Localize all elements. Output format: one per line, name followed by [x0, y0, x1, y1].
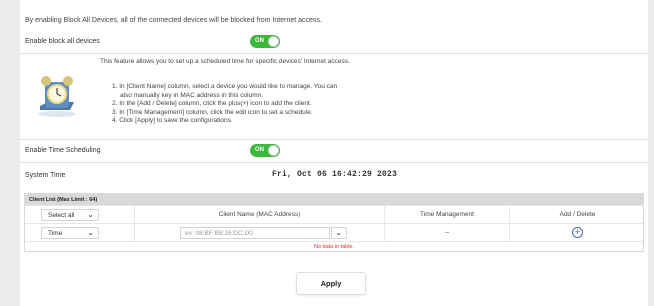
divider: [20, 139, 648, 140]
client-filter-select[interactable]: Select all ⌄: [41, 209, 99, 221]
mac-cell: ex: 08:BF:B8:26:DC:D0 ⌄: [135, 224, 385, 241]
system-time-value: Fri, Oct 06 16:42:29 2023: [272, 170, 398, 179]
divider: [20, 162, 648, 163]
client-name-header: Client Name (MAC Address): [135, 206, 385, 223]
time-mode-select[interactable]: Time ⌄: [41, 227, 99, 239]
mode-cell: Time ⌄: [25, 224, 135, 241]
time-scheduling-toggle[interactable]: ON: [250, 144, 280, 157]
time-management-value: --: [385, 224, 510, 241]
filter-cell: Select all ⌄: [25, 206, 135, 223]
table-input-row: Time ⌄ ex: 08:BF:B8:26:DC:D0 ⌄ -- +: [25, 223, 643, 241]
time-scheduling-toggle-state: ON: [255, 147, 264, 153]
block-all-toggle[interactable]: ON: [250, 35, 280, 48]
instruction-step: also manually key in MAC address in this…: [120, 91, 264, 99]
divider: [20, 53, 648, 54]
time-mode-value: Time: [48, 230, 63, 237]
client-list-caption: Client List (Max Limit : 64): [25, 194, 643, 205]
instruction-step: 2. In the [Add / Delete] column, click t…: [112, 100, 312, 107]
add-cell: +: [510, 224, 645, 241]
apply-button[interactable]: Apply: [296, 272, 366, 295]
mac-address-input[interactable]: ex: 08:BF:B8:26:DC:D0: [180, 227, 330, 239]
toggle-knob: [268, 36, 279, 47]
system-time-label: System Time: [25, 172, 66, 179]
block-all-label: Enable block all devices: [25, 38, 100, 45]
table-header-row: Select all ⌄ Client Name (MAC Address) T…: [25, 205, 643, 223]
chevron-down-icon: ⌄: [87, 228, 94, 237]
chevron-down-icon: ⌄: [335, 228, 342, 237]
block-all-description: By enabling Block All Devices, all of th…: [25, 17, 322, 24]
feature-description: This feature allows you to set up a sche…: [100, 58, 350, 65]
add-delete-header: Add / Delete: [559, 211, 596, 218]
chevron-down-icon: ⌄: [87, 210, 94, 219]
instruction-step: 1. In [Client Name] column, select a dev…: [112, 83, 338, 90]
client-dropdown-button[interactable]: ⌄: [331, 227, 347, 239]
block-all-toggle-state: ON: [255, 38, 264, 44]
time-management-header: Time Management: [385, 206, 510, 223]
instruction-step: 4. Click [Apply] to save the configurati…: [112, 117, 233, 124]
client-list-table: Client List (Max Limit : 64) Select all …: [24, 193, 644, 252]
instruction-step: 3. In [Time Management] column, click th…: [112, 108, 313, 116]
scheduling-label: Enable Time Scheduling: [25, 147, 101, 154]
client-filter-value: Select all: [48, 212, 75, 219]
instruction-list: 1. In [Client Name] column, select a dev…: [112, 83, 362, 126]
add-client-icon[interactable]: +: [572, 227, 583, 238]
empty-table-message: No data in table.: [25, 241, 643, 251]
alarm-clock-icon: [34, 72, 80, 120]
toggle-knob: [268, 145, 279, 156]
time-scheduling-panel: By enabling Block All Devices, all of th…: [20, 0, 648, 306]
